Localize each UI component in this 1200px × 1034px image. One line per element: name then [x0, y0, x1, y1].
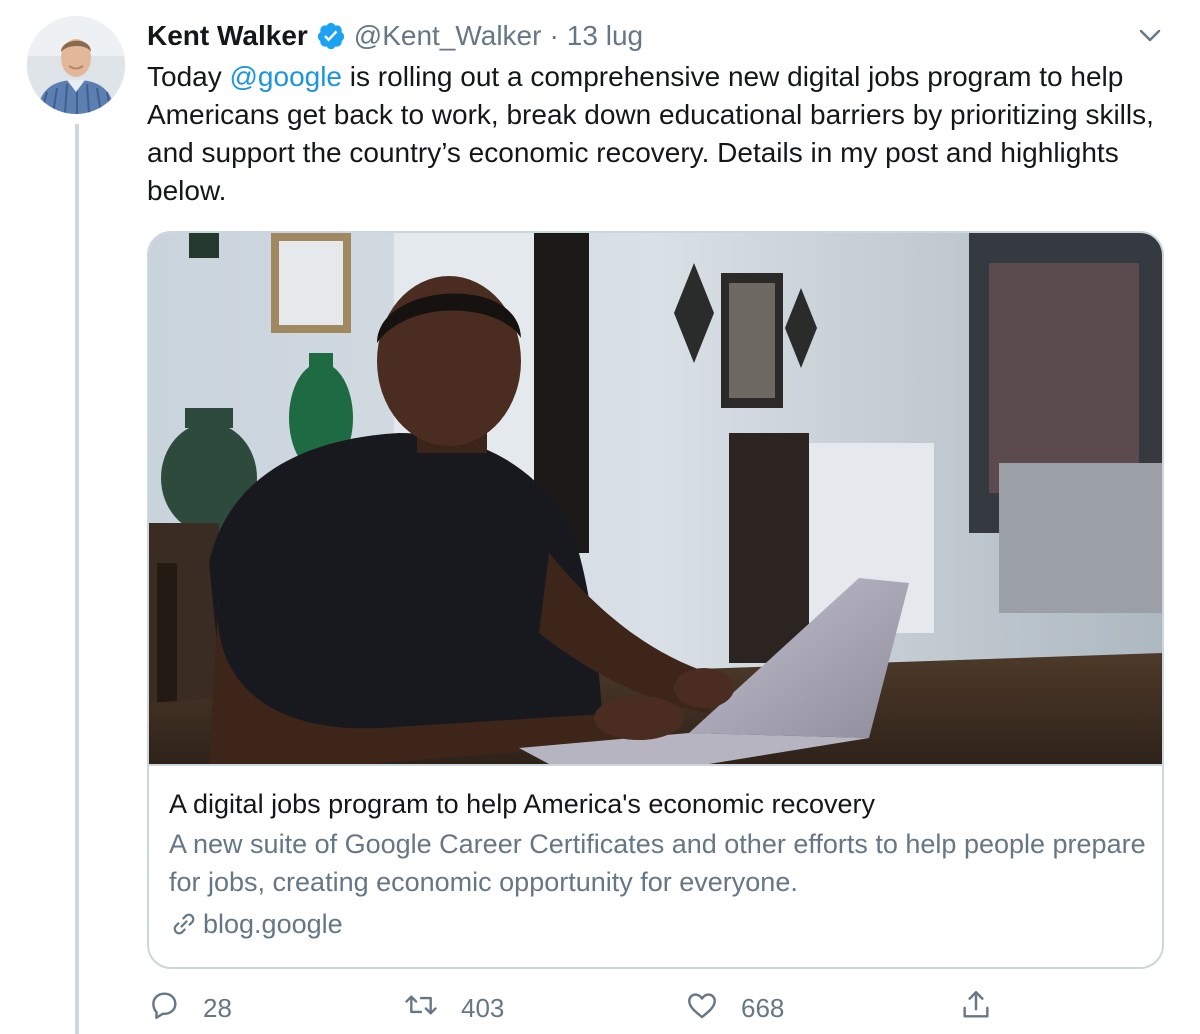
like-count: 668 — [741, 992, 785, 1023]
share-icon — [959, 988, 993, 1029]
author-name[interactable]: Kent Walker — [147, 18, 308, 54]
author-handle[interactable]: @Kent_Walker — [354, 18, 542, 54]
heart-icon — [685, 988, 719, 1029]
tweet-header: Kent Walker @Kent_Walker · 13 lug — [147, 18, 643, 54]
profile-photo-icon — [27, 16, 125, 114]
retweet-icon — [403, 988, 439, 1029]
tweet-actions: 28 403 668 — [147, 988, 1177, 1028]
share-button[interactable] — [959, 988, 993, 1028]
retweet-count: 403 — [461, 992, 505, 1023]
avatar[interactable] — [27, 16, 125, 114]
reply-button[interactable]: 28 — [147, 988, 232, 1028]
card-description: A new suite of Google Career Certificate… — [169, 829, 1146, 897]
link-icon — [169, 909, 199, 939]
card-domain-text: blog.google — [203, 909, 343, 939]
verified-badge-icon — [316, 21, 346, 51]
like-button[interactable]: 668 — [685, 988, 784, 1028]
card-title: A digital jobs program to help America's… — [169, 789, 875, 819]
man-working-on-laptop-photo — [149, 233, 1162, 764]
mention-link[interactable]: @google — [230, 61, 343, 92]
thread-line — [75, 124, 79, 1034]
retweet-button[interactable]: 403 — [403, 988, 504, 1028]
card-domain: blog.google — [169, 905, 1149, 943]
card-text: A digital jobs program to help America's… — [169, 785, 1149, 943]
tweet-text: Today @google is rolling out a comprehen… — [147, 58, 1177, 210]
tweet-text-start: Today — [147, 61, 230, 92]
card-divider — [149, 764, 1162, 766]
tweet: Kent Walker @Kent_Walker · 13 lug Today … — [0, 0, 1200, 1034]
reply-count: 28 — [203, 992, 232, 1023]
tweet-date[interactable]: 13 lug — [567, 18, 643, 54]
chevron-down-icon[interactable] — [1136, 24, 1164, 48]
header-separator: · — [549, 20, 559, 51]
reply-icon — [147, 988, 181, 1029]
link-card[interactable]: A digital jobs program to help America's… — [147, 231, 1164, 969]
